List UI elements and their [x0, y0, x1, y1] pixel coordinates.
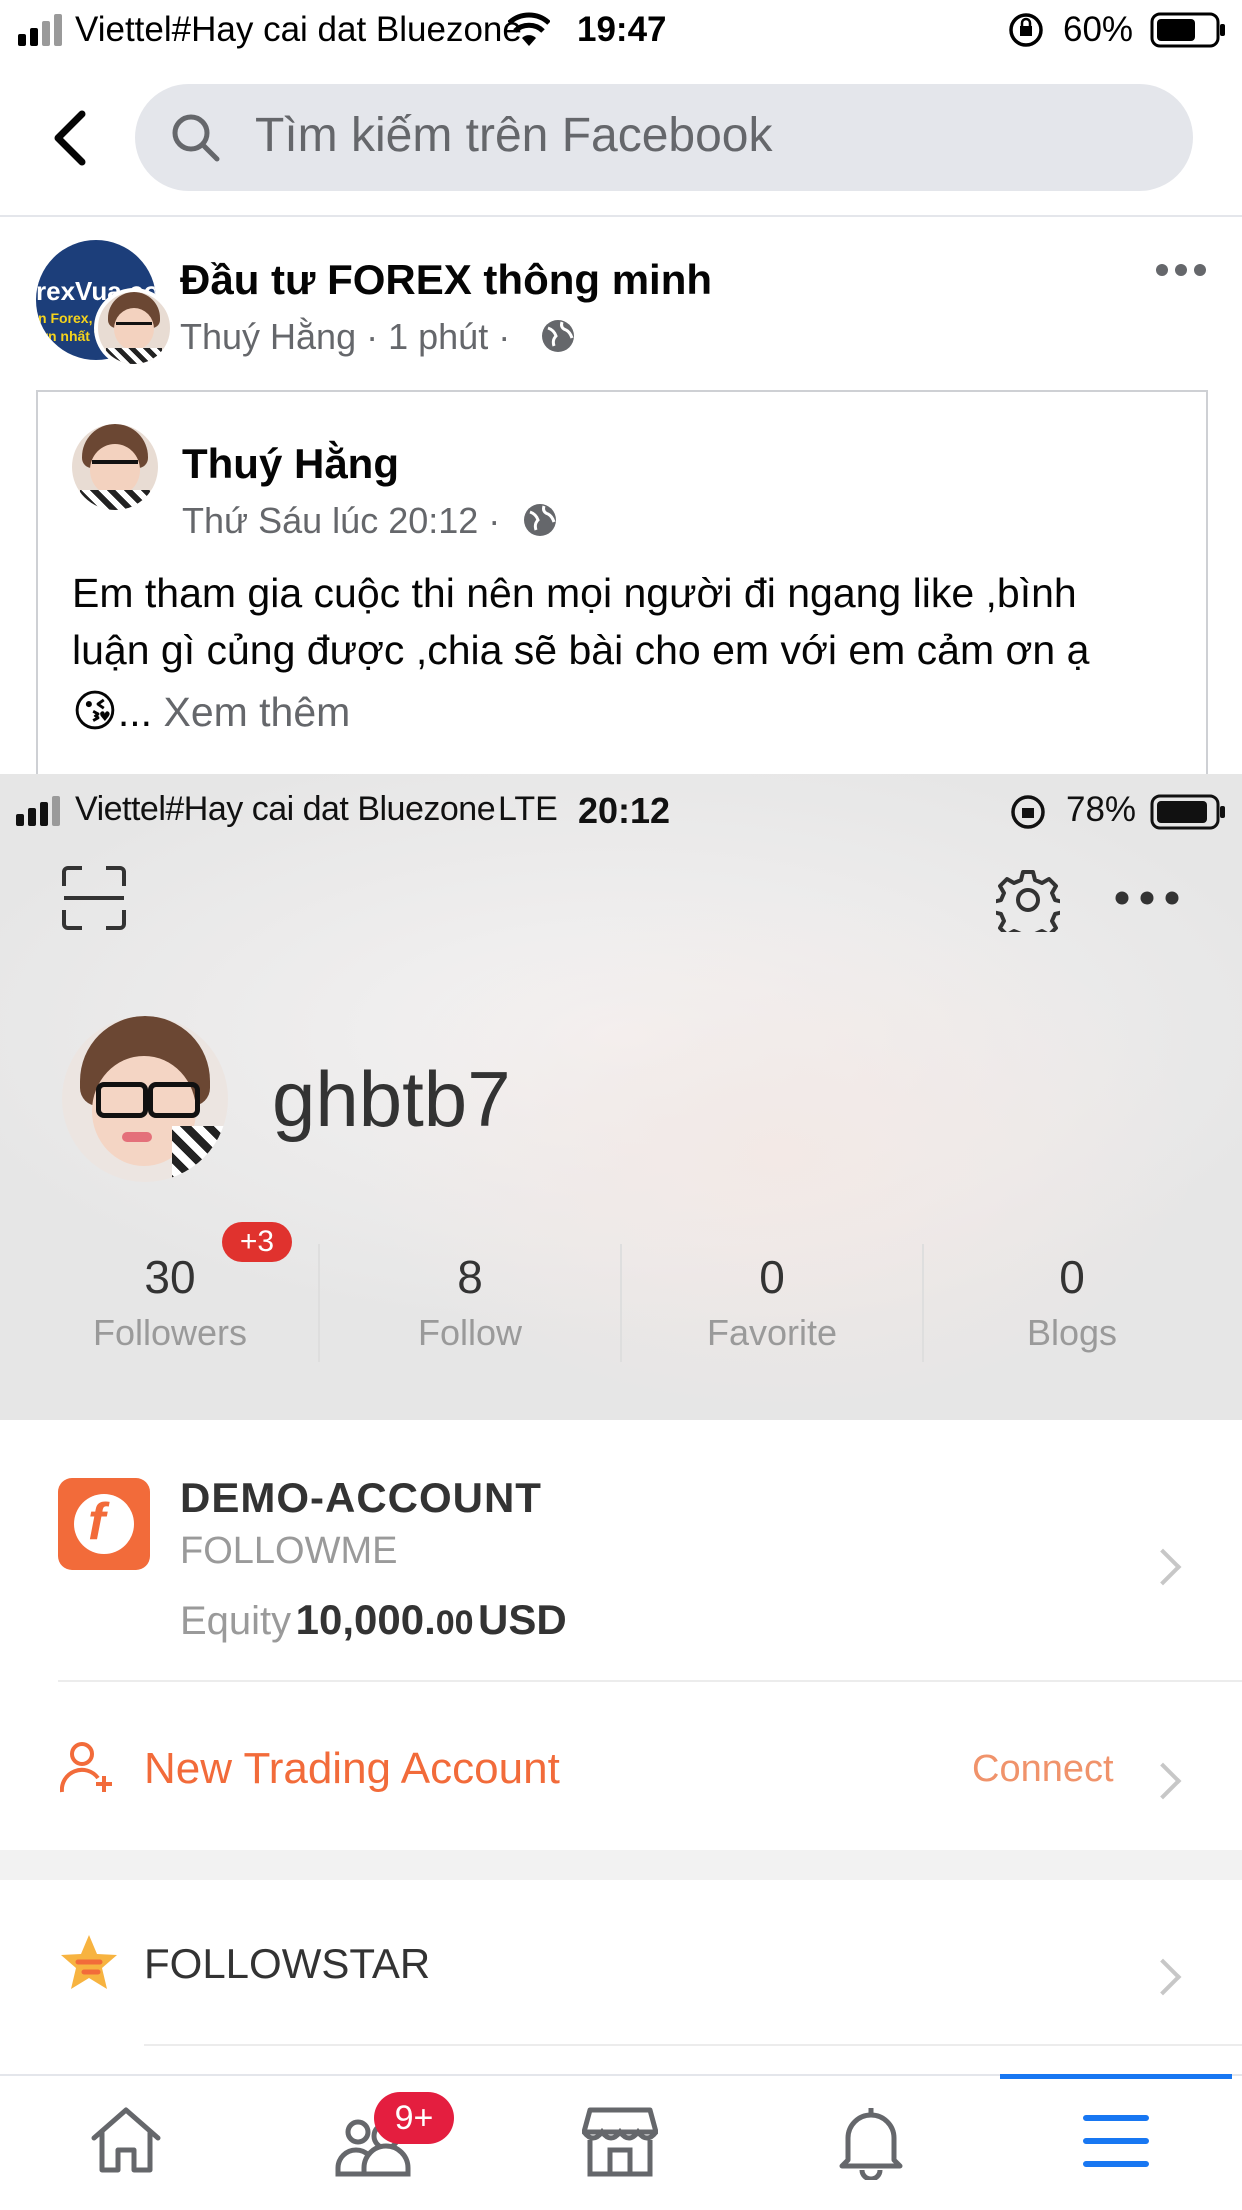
notifications-icon[interactable]	[838, 2104, 904, 2180]
followers-badge: +3	[222, 1222, 292, 1262]
follow-count[interactable]: 8	[350, 1250, 590, 1304]
connect-button[interactable]: Connect	[972, 1748, 1114, 1791]
stats-divider	[620, 1244, 622, 1362]
account-subtitle: FOLLOWME	[180, 1530, 398, 1572]
ellipsis: ...	[117, 689, 153, 735]
shared-post-time[interactable]: Thứ Sáu lúc 20:12	[182, 500, 478, 541]
battery-icon	[1150, 12, 1225, 48]
followstar-label[interactable]: FOLLOWSTAR	[144, 1940, 430, 1988]
shared-post-meta: Thứ Sáu lúc 20:12 ·	[182, 500, 501, 541]
carrier-label: Viettel#Hay cai dat Bluezone	[75, 10, 522, 49]
group-name[interactable]: Đầu tư FOREX thông minh	[180, 256, 712, 304]
signal-icon	[16, 796, 60, 826]
inner-status-battery: 78%	[1066, 790, 1137, 829]
menu-icon[interactable]	[1082, 2112, 1150, 2170]
globe-icon	[524, 504, 556, 536]
see-more-link[interactable]: Xem thêm	[163, 689, 350, 735]
add-user-icon	[60, 1742, 112, 1793]
signal-icon	[18, 14, 62, 46]
clock: 19:47	[577, 10, 667, 49]
menu-tab-active-indicator	[1000, 2074, 1232, 2079]
friends-badge: 9+	[374, 2092, 454, 2144]
back-icon[interactable]	[50, 110, 90, 166]
chevron-right-icon	[1144, 1958, 1182, 1996]
wifi-icon	[508, 12, 550, 46]
status-bar: Viettel#Hay cai dat Bluezone 19:47 60%	[0, 0, 1242, 62]
row-divider	[144, 2044, 1242, 2046]
more-options-icon[interactable]	[1155, 262, 1207, 278]
post-text-line: luận gì củng được ,chia sẽ bài cho em vớ…	[72, 627, 1090, 673]
account-title: DEMO-ACCOUNT	[180, 1474, 542, 1521]
equity-line: Equity 10,000.00 USD	[180, 1596, 567, 1644]
header-divider	[0, 215, 1242, 217]
post-text-line: Em tham gia cuộc thi nên mọi người đi ng…	[72, 570, 1077, 616]
inner-status-network: LTE	[498, 790, 558, 828]
post-text-line: 😘... Xem thêm	[72, 683, 1182, 741]
equity-decimals: 00	[435, 1604, 474, 1642]
row-divider	[58, 1680, 1242, 1682]
favorite-label[interactable]: Favorite	[652, 1312, 892, 1354]
shared-post-text: Em tham gia cuộc thi nên mọi người đi ng…	[72, 565, 1182, 741]
profile-avatar[interactable]	[62, 1016, 228, 1182]
favorite-count[interactable]: 0	[652, 1250, 892, 1304]
stats-divider	[922, 1244, 924, 1362]
settings-icon[interactable]	[996, 868, 1060, 932]
battery-icon	[1150, 794, 1225, 830]
stats-divider	[318, 1244, 320, 1362]
follow-label[interactable]: Follow	[350, 1312, 590, 1354]
battery-percent: 60%	[1063, 10, 1134, 49]
scan-icon[interactable]	[62, 866, 126, 930]
equity-amount: 10,000.	[295, 1596, 436, 1643]
home-icon[interactable]	[88, 2104, 164, 2176]
search-icon	[172, 114, 220, 162]
rotation-lock-icon	[1009, 13, 1043, 47]
section-separator	[0, 1850, 1242, 1880]
profile-username: ghbtb7	[272, 1055, 511, 1143]
marketplace-icon[interactable]	[582, 2104, 658, 2178]
followers-label[interactable]: Followers	[50, 1312, 290, 1354]
post-time[interactable]: 1 phút	[388, 316, 488, 357]
new-trading-account-label[interactable]: New Trading Account	[144, 1744, 560, 1794]
shared-author-avatar[interactable]	[72, 424, 158, 510]
search-placeholder: Tìm kiếm trên Facebook	[255, 109, 773, 162]
equity-currency: USD	[478, 1596, 567, 1643]
inner-status-time: 20:12	[578, 790, 671, 831]
more-options-icon[interactable]	[1114, 890, 1180, 906]
equity-label: Equity	[180, 1599, 292, 1643]
kiss-emoji: 😘	[72, 687, 118, 736]
blogs-label[interactable]: Blogs	[952, 1312, 1192, 1354]
shared-author-name[interactable]: Thuý Hằng	[182, 440, 399, 488]
post-meta: Thuý Hằng · 1 phút ·	[180, 316, 511, 357]
chevron-right-icon	[1144, 1762, 1182, 1800]
inner-status-carrier: Viettel#Hay cai dat Bluezone	[75, 790, 496, 828]
demo-account-row[interactable]	[0, 1420, 1242, 1738]
author-avatar[interactable]	[94, 288, 174, 368]
post-image[interactable]: Viettel#Hay cai dat Bluezone LTE 20:12 7…	[0, 774, 1242, 2074]
globe-icon	[542, 320, 574, 352]
followme-logo-icon: f	[58, 1478, 150, 1570]
post-author[interactable]: Thuý Hằng	[180, 316, 356, 357]
blogs-count[interactable]: 0	[952, 1250, 1192, 1304]
rotation-lock-icon	[1011, 795, 1045, 829]
star-icon	[61, 1935, 117, 1989]
